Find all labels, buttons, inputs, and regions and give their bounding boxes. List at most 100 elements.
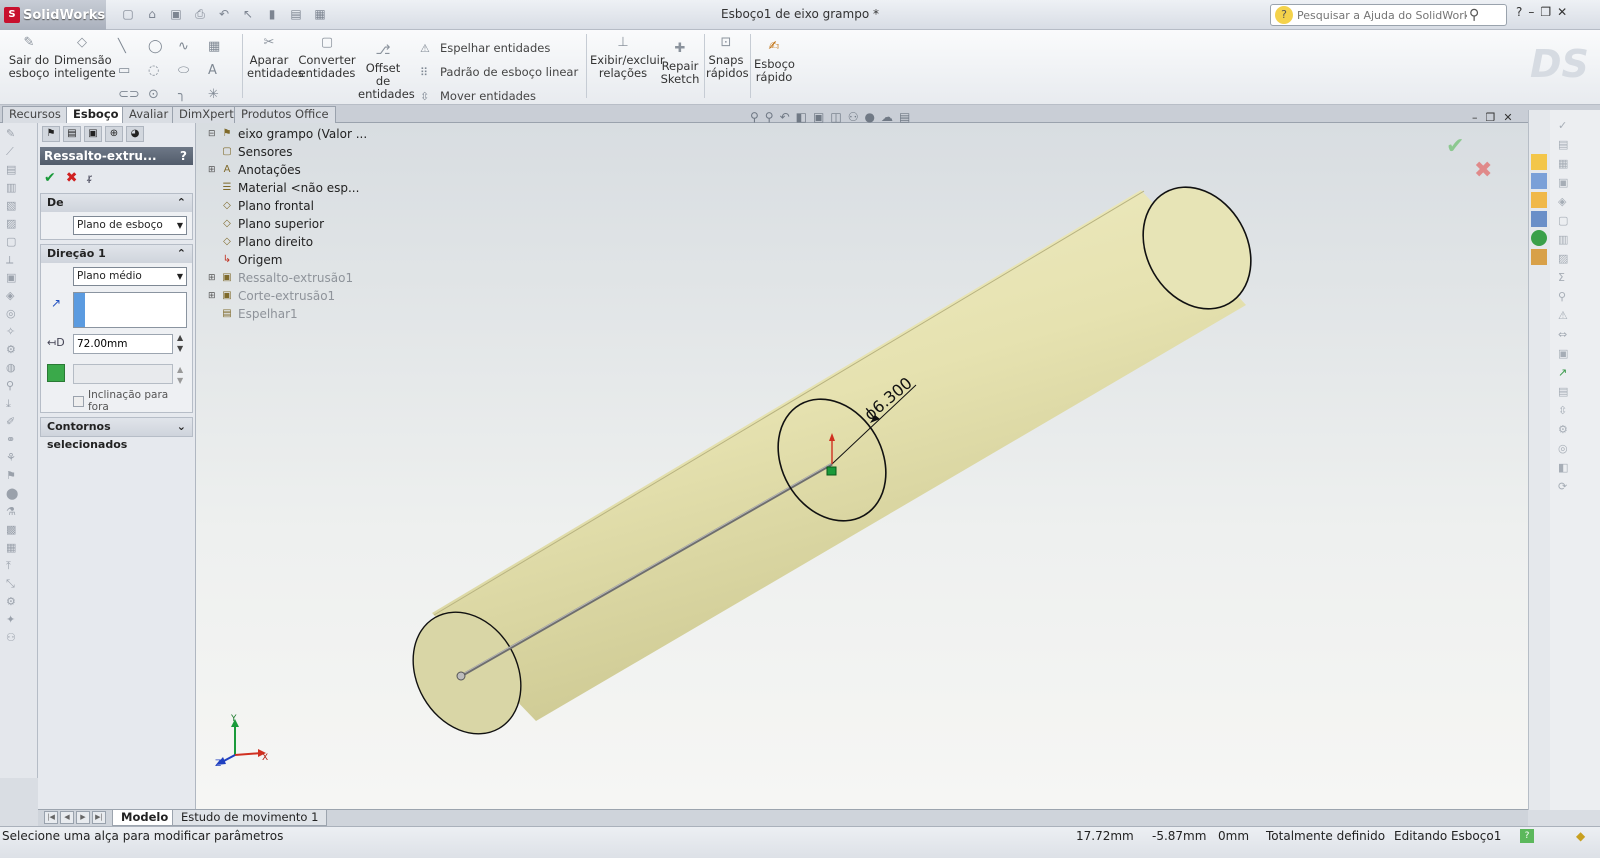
tool-icon[interactable]: ▣ (6, 271, 20, 285)
view-palette-icon[interactable] (1531, 211, 1547, 227)
tool-icon[interactable]: ⟂ (6, 253, 20, 267)
text-icon[interactable]: A (208, 63, 234, 78)
tool-icon[interactable]: ⚙ (6, 343, 20, 357)
collapse-icon[interactable]: ⌃ (177, 194, 186, 212)
tool-icon[interactable]: ✦ (6, 613, 20, 627)
tool-icon[interactable]: ⚘ (6, 451, 20, 465)
group-from-header[interactable]: De ⌃ (41, 194, 192, 212)
tab-produtos-office[interactable]: Produtos Office (234, 106, 336, 123)
polygon-icon[interactable]: ⊙ (148, 87, 174, 102)
quick-snaps-button[interactable]: ⊡ Snaps rápidos (706, 34, 749, 80)
tool-icon[interactable]: ⤓ (6, 397, 20, 411)
from-select[interactable]: Plano de esboço (73, 216, 187, 235)
tool-icon[interactable]: ✎ (6, 127, 20, 141)
toolbar-icon[interactable]: ▢ (1558, 211, 1600, 230)
tab-modelo[interactable]: Modelo (112, 810, 178, 826)
origin-point[interactable] (826, 466, 837, 476)
appearance-icon[interactable]: ● (864, 110, 874, 124)
last-tab-icon[interactable]: ▶| (92, 811, 106, 824)
draft-toggle-icon[interactable] (47, 364, 65, 382)
display-style-icon[interactable]: ◫ (830, 110, 841, 124)
tool-icon[interactable]: ⚲ (6, 379, 20, 393)
depth-spinner[interactable]: ▲ ▼ (177, 332, 183, 354)
prev-tab-icon[interactable]: ◀ (60, 811, 74, 824)
arc-icon[interactable]: ◌ (148, 63, 174, 78)
first-tab-icon[interactable]: |◀ (44, 811, 58, 824)
mirror-entities-button[interactable]: ⚠ Espelhar entidades (420, 36, 578, 60)
grid-icon[interactable]: ▦ (208, 39, 234, 54)
display-relations-button[interactable]: ⊥ Exibir/excluir relações (590, 34, 665, 80)
ellipse-icon[interactable]: ⬭ (178, 63, 204, 78)
toolbar-icon[interactable]: Σ (1558, 268, 1600, 287)
file-explorer-icon[interactable] (1531, 192, 1547, 208)
circle-icon[interactable]: ◯ (148, 39, 174, 54)
fillet-icon[interactable]: ╮ (178, 87, 204, 102)
tool-icon[interactable]: ⤒ (6, 559, 20, 573)
rapid-sketch-button[interactable]: ✍ Esboço rápido (754, 38, 795, 84)
tab-dimxpert[interactable]: DimXpert (172, 106, 241, 123)
end-condition-select[interactable]: Plano médio (73, 267, 187, 286)
feature-manager-icon[interactable]: ⚑ (42, 126, 60, 142)
tab-recursos[interactable]: Recursos (2, 106, 68, 123)
offset-entities-button[interactable]: ⎇ Offset de entidades (358, 42, 415, 101)
direction-selection-box[interactable] (73, 292, 187, 328)
toolbar-icon[interactable]: ▨ (1558, 249, 1600, 268)
toolbar-icon[interactable]: ⇳ (1558, 401, 1600, 420)
toolbar-icon[interactable]: ▤ (1558, 135, 1600, 154)
tool-icon[interactable]: ⚇ (6, 631, 20, 645)
toolbar-icon[interactable]: ◈ (1558, 192, 1600, 211)
tool-icon[interactable]: ⚭ (6, 433, 20, 447)
convert-entities-button[interactable]: ▢ Converter entidades (298, 34, 356, 80)
linear-pattern-button[interactable]: ⠿ Padrão de esboço linear (420, 60, 578, 84)
help-icon[interactable]: ? (180, 147, 193, 165)
toolbar-icon[interactable]: ▦ (1558, 154, 1600, 173)
custom-properties-icon[interactable] (1531, 249, 1547, 265)
tool-icon[interactable]: ⤡ (6, 577, 20, 591)
ok-check-icon[interactable]: ✔ (44, 170, 56, 186)
toolbar-icon[interactable]: ⟳ (1558, 477, 1600, 496)
tool-icon[interactable]: ▥ (6, 181, 20, 195)
toolbar-icon[interactable]: ▣ (1558, 344, 1600, 363)
toolbar-icon[interactable]: ◎ (1558, 439, 1600, 458)
line-icon[interactable]: ╲ (118, 39, 144, 54)
cylinder-body[interactable] (432, 190, 1246, 721)
tool-icon[interactable]: ▨ (6, 217, 20, 231)
preview-icon[interactable]: ᵲ (87, 170, 92, 187)
repair-sketch-button[interactable]: ✚ Repair Sketch (660, 40, 700, 86)
rebuild-status-icon[interactable]: ◆ (1576, 829, 1585, 843)
help-search-input[interactable] (1297, 8, 1467, 22)
tool-icon[interactable]: ✧ (6, 325, 20, 339)
direction-arrow-icon[interactable]: ↗ (51, 296, 61, 310)
trim-button[interactable]: ✂ Aparar entidades (247, 34, 304, 80)
draft-outward-checkbox[interactable] (73, 395, 84, 407)
tool-icon[interactable]: ⟋ (6, 145, 20, 159)
group-contours-header[interactable]: Contornos selecionados ⌄ (41, 418, 192, 451)
tool-icon[interactable]: ▧ (6, 199, 20, 213)
tool-icon[interactable]: ▢ (6, 235, 20, 249)
previous-view-icon[interactable]: ↶ (780, 110, 790, 124)
view-settings-icon[interactable]: ▤ (899, 110, 910, 124)
model-view[interactable]: ϕ6.300 Y X Z ✔ ✖ (196, 123, 1528, 809)
zoom-area-icon[interactable]: ⚲ (765, 110, 774, 124)
tool-icon[interactable]: ▤ (6, 163, 20, 177)
section-view-icon[interactable]: ◧ (796, 110, 807, 124)
hide-show-icon[interactable]: ⚇ (848, 110, 859, 124)
tool-icon[interactable]: ◎ (6, 307, 20, 321)
depth-input[interactable] (73, 334, 173, 354)
dimxpert-manager-icon[interactable]: ⊕ (105, 126, 123, 142)
toolbar-icon[interactable]: ✓ (1558, 116, 1600, 135)
display-manager-icon[interactable]: ◕ (126, 126, 144, 142)
point-icon[interactable]: ✳ (208, 87, 234, 102)
tool-icon[interactable]: ⚑ (6, 469, 20, 483)
expand-icon[interactable]: ⌄ (177, 418, 186, 436)
tool-icon[interactable]: ◈ (6, 289, 20, 303)
help-menu-icon[interactable]: ? (1516, 5, 1522, 19)
help-search-box[interactable]: ? ⚲ (1270, 4, 1507, 26)
tab-motion-study[interactable]: Estudo de movimento 1 (172, 810, 328, 826)
configuration-manager-icon[interactable]: ▣ (84, 126, 102, 142)
cancel-x-icon[interactable]: ✖ (66, 170, 78, 186)
tool-icon[interactable]: ⚙ (6, 595, 20, 609)
tool-icon[interactable]: ⬤ (6, 487, 20, 501)
toolbar-icon[interactable]: ⚠ (1558, 306, 1600, 325)
slot-icon[interactable]: ⊂⊃ (118, 87, 144, 102)
